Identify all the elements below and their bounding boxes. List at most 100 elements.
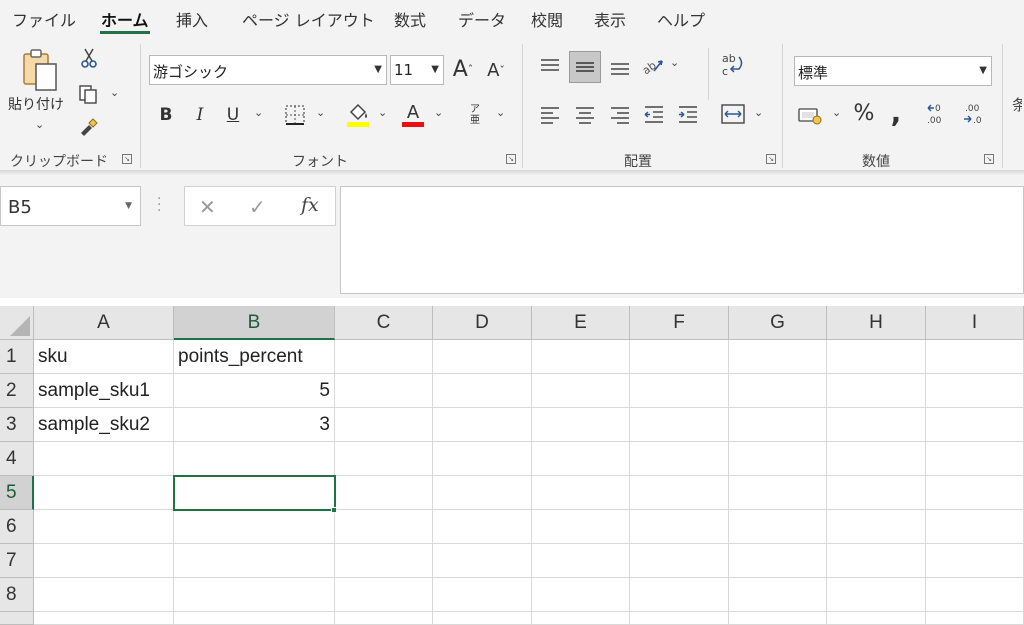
cell-e1[interactable] bbox=[532, 340, 630, 374]
row-header-9[interactable] bbox=[0, 612, 34, 625]
name-box[interactable]: B5 ▼ bbox=[0, 186, 141, 226]
cell-g4[interactable] bbox=[729, 442, 827, 476]
cell-c6[interactable] bbox=[335, 510, 433, 544]
paste-icon[interactable] bbox=[18, 48, 62, 92]
cell-h3[interactable] bbox=[827, 408, 926, 442]
row-header-3[interactable]: 3 bbox=[0, 408, 34, 442]
align-center-icon[interactable] bbox=[571, 100, 599, 128]
increase-indent-icon[interactable] bbox=[674, 100, 702, 128]
underline-icon[interactable]: U bbox=[222, 102, 244, 128]
cell-h1[interactable] bbox=[827, 340, 926, 374]
cell-d6[interactable] bbox=[433, 510, 532, 544]
formula-bar-grip-icon[interactable]: · · · bbox=[157, 192, 161, 218]
tab-help[interactable]: ヘルプ bbox=[657, 7, 705, 31]
underline-dropdown-caret[interactable]: ⌄ bbox=[254, 106, 263, 119]
cell-g3[interactable] bbox=[729, 408, 827, 442]
cell-a7[interactable] bbox=[34, 544, 174, 578]
cell-f3[interactable] bbox=[630, 408, 729, 442]
clipboard-launcher-icon[interactable]: ↘ bbox=[122, 154, 132, 164]
align-right-icon[interactable] bbox=[606, 100, 634, 128]
cell-b6[interactable] bbox=[174, 510, 335, 544]
tab-page-layout[interactable]: ページ レイアウト bbox=[242, 7, 375, 31]
furigana-icon[interactable]: ア亜 bbox=[462, 100, 488, 130]
cell-h5[interactable] bbox=[827, 476, 926, 510]
cell-c4[interactable] bbox=[335, 442, 433, 476]
column-header-c[interactable]: C bbox=[335, 306, 433, 340]
column-header-d[interactable]: D bbox=[433, 306, 532, 340]
cell-a9[interactable] bbox=[34, 612, 174, 625]
cell-e4[interactable] bbox=[532, 442, 630, 476]
format-painter-icon[interactable] bbox=[76, 114, 100, 138]
cell-e9[interactable] bbox=[532, 612, 630, 625]
column-header-g[interactable]: G bbox=[729, 306, 827, 340]
cell-e8[interactable] bbox=[532, 578, 630, 612]
align-left-icon[interactable] bbox=[536, 100, 564, 128]
italic-icon[interactable]: I bbox=[190, 102, 210, 128]
cell-g8[interactable] bbox=[729, 578, 827, 612]
fill-color-dropdown-caret[interactable]: ⌄ bbox=[378, 106, 387, 119]
row-header-1[interactable]: 1 bbox=[0, 340, 34, 374]
percent-icon[interactable]: % bbox=[850, 98, 878, 128]
cell-a2[interactable]: sample_sku1 bbox=[34, 374, 174, 408]
cell-h2[interactable] bbox=[827, 374, 926, 408]
cell-c3[interactable] bbox=[335, 408, 433, 442]
fill-color-icon[interactable] bbox=[344, 100, 372, 128]
font-name-select[interactable]: 游ゴシック ▼ bbox=[149, 55, 387, 85]
cell-h4[interactable] bbox=[827, 442, 926, 476]
tab-view[interactable]: 表示 bbox=[594, 7, 626, 31]
copy-icon[interactable] bbox=[76, 82, 100, 106]
cell-a1[interactable]: sku bbox=[34, 340, 174, 374]
cell-h7[interactable] bbox=[827, 544, 926, 578]
row-header-7[interactable]: 7 bbox=[0, 544, 34, 578]
insert-function-icon[interactable]: fx bbox=[301, 194, 319, 216]
cell-a6[interactable] bbox=[34, 510, 174, 544]
cell-i8[interactable] bbox=[926, 578, 1024, 612]
cell-b3[interactable]: 3 bbox=[174, 408, 335, 442]
cell-i9[interactable] bbox=[926, 612, 1024, 625]
font-size-select[interactable]: 11 ▼ bbox=[390, 55, 444, 85]
font-color-icon[interactable]: A bbox=[400, 100, 426, 128]
cell-d5[interactable] bbox=[433, 476, 532, 510]
cell-c7[interactable] bbox=[335, 544, 433, 578]
cell-i2[interactable] bbox=[926, 374, 1024, 408]
borders-dropdown-caret[interactable]: ⌄ bbox=[316, 106, 325, 119]
cell-d9[interactable] bbox=[433, 612, 532, 625]
align-top-icon[interactable] bbox=[536, 52, 564, 80]
cell-e5[interactable] bbox=[532, 476, 630, 510]
increase-decimal-icon[interactable]: 0.00 bbox=[924, 100, 954, 128]
row-header-4[interactable]: 4 bbox=[0, 442, 34, 476]
row-header-2[interactable]: 2 bbox=[0, 374, 34, 408]
paste-dropdown-caret[interactable]: ⌄ bbox=[35, 118, 44, 131]
number-launcher-icon[interactable]: ↘ bbox=[984, 154, 994, 164]
column-header-f[interactable]: F bbox=[630, 306, 729, 340]
borders-icon[interactable] bbox=[282, 102, 308, 128]
cell-g1[interactable] bbox=[729, 340, 827, 374]
accounting-dropdown-caret[interactable]: ⌄ bbox=[832, 106, 841, 119]
column-header-h[interactable]: H bbox=[827, 306, 926, 340]
merge-center-icon[interactable] bbox=[718, 100, 748, 128]
accounting-format-icon[interactable] bbox=[796, 102, 824, 128]
cell-f1[interactable] bbox=[630, 340, 729, 374]
tab-data[interactable]: データ bbox=[458, 7, 506, 31]
decrease-decimal-icon[interactable]: .00.0 bbox=[960, 100, 990, 128]
number-format-select[interactable]: 標準 ▼ bbox=[794, 56, 992, 86]
cell-i1[interactable] bbox=[926, 340, 1024, 374]
cell-b7[interactable] bbox=[174, 544, 335, 578]
tab-insert[interactable]: 挿入 bbox=[176, 7, 208, 31]
fill-handle[interactable] bbox=[331, 507, 337, 513]
cell-i4[interactable] bbox=[926, 442, 1024, 476]
tab-home[interactable]: ホーム bbox=[101, 7, 149, 31]
cell-d8[interactable] bbox=[433, 578, 532, 612]
cell-h8[interactable] bbox=[827, 578, 926, 612]
cell-f4[interactable] bbox=[630, 442, 729, 476]
cell-b8[interactable] bbox=[174, 578, 335, 612]
cell-a4[interactable] bbox=[34, 442, 174, 476]
formula-input[interactable] bbox=[340, 186, 1024, 294]
orientation-dropdown-caret[interactable]: ⌄ bbox=[670, 56, 679, 69]
cell-d1[interactable] bbox=[433, 340, 532, 374]
row-header-6[interactable]: 6 bbox=[0, 510, 34, 544]
column-header-e[interactable]: E bbox=[532, 306, 630, 340]
cell-c9[interactable] bbox=[335, 612, 433, 625]
merge-dropdown-caret[interactable]: ⌄ bbox=[754, 106, 763, 119]
cell-e7[interactable] bbox=[532, 544, 630, 578]
